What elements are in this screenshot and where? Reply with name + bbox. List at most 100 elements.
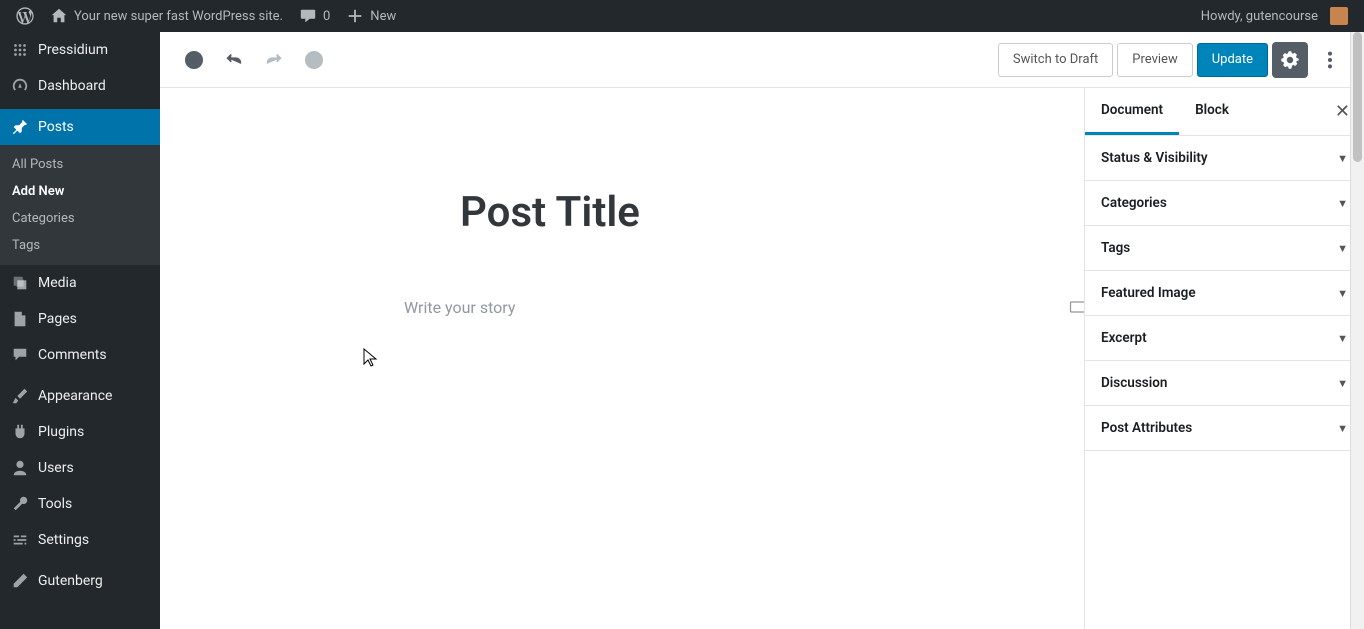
post-title-text: Post Title: [460, 188, 1084, 237]
admin-sidebar: Pressidium Dashboard Posts All Posts Add…: [0, 32, 160, 629]
avatar: [1330, 7, 1348, 25]
kebab-icon: [1319, 49, 1341, 71]
chevron-down-icon: ▼: [1337, 242, 1348, 255]
sidebar-item-posts[interactable]: Posts: [0, 109, 160, 145]
inline-block-icons: [1068, 297, 1084, 317]
sidebar-item-label: Settings: [38, 532, 89, 548]
editor-header: Switch to Draft Preview Update: [160, 32, 1364, 88]
story-placeholder[interactable]: Write your story: [404, 298, 515, 317]
editor-canvas[interactable]: Post Title Write your story: [160, 88, 1084, 629]
sidebar-item-dashboard[interactable]: Dashboard: [0, 68, 160, 104]
sidebar-item-label: Media: [38, 275, 77, 291]
plus-icon: [346, 7, 364, 25]
info-button[interactable]: [296, 42, 332, 78]
pin-icon: [10, 117, 30, 137]
image-block-icon[interactable]: [1068, 297, 1084, 317]
scrollbar[interactable]: [1350, 32, 1364, 629]
sidebar-item-label: Tools: [38, 496, 72, 512]
submenu-tags[interactable]: Tags: [0, 232, 160, 259]
sidebar-item-appearance[interactable]: Appearance: [0, 378, 160, 414]
home-icon: [50, 7, 68, 25]
sidebar-item-settings[interactable]: Settings: [0, 522, 160, 558]
pencil-icon: [10, 571, 30, 591]
sidebar-item-label: Gutenberg: [38, 573, 103, 589]
sidebar-item-users[interactable]: Users: [0, 450, 160, 486]
sidebar-item-label: Dashboard: [38, 78, 106, 94]
media-icon: [10, 273, 30, 293]
sidebar-item-label: Comments: [38, 347, 107, 363]
undo-icon: [223, 49, 245, 71]
howdy-text: Howdy, gutencourse: [1201, 9, 1318, 24]
settings-tabs: Document Block ✕: [1085, 88, 1364, 136]
panel-excerpt[interactable]: Excerpt▼: [1085, 316, 1364, 361]
sidebar-item-pages[interactable]: Pages: [0, 301, 160, 337]
user-icon: [10, 458, 30, 478]
panel-status[interactable]: Status & Visibility▼: [1085, 136, 1364, 181]
sidebar-item-comments[interactable]: Comments: [0, 337, 160, 373]
brush-icon: [10, 386, 30, 406]
wrench-icon: [10, 494, 30, 514]
plus-circle-icon: [183, 49, 205, 71]
redo-icon: [263, 49, 285, 71]
info-icon: [303, 49, 325, 71]
plug-icon: [10, 422, 30, 442]
site-name-link[interactable]: Your new super fast WordPress site.: [42, 0, 291, 32]
submenu-all-posts[interactable]: All Posts: [0, 151, 160, 178]
sidebar-item-label: Pages: [38, 311, 77, 327]
comments-link[interactable]: 0: [291, 0, 338, 32]
panel-categories[interactable]: Categories▼: [1085, 181, 1364, 226]
add-block-button[interactable]: [176, 42, 212, 78]
sidebar-item-media[interactable]: Media: [0, 265, 160, 301]
panel-post-attributes[interactable]: Post Attributes▼: [1085, 406, 1364, 451]
submenu-add-new[interactable]: Add New: [0, 178, 160, 205]
posts-submenu: All Posts Add New Categories Tags: [0, 145, 160, 265]
sidebar-item-label: Posts: [38, 119, 74, 135]
chevron-down-icon: ▼: [1337, 422, 1348, 435]
tab-block[interactable]: Block: [1179, 88, 1245, 135]
sidebar-item-label: Users: [38, 460, 74, 476]
preview-button[interactable]: Preview: [1117, 43, 1192, 77]
sidebar-item-tools[interactable]: Tools: [0, 486, 160, 522]
mouse-cursor-icon: [363, 348, 379, 372]
comments-count: 0: [323, 9, 330, 24]
howdy-link[interactable]: Howdy, gutencourse: [1193, 0, 1356, 32]
redo-button[interactable]: [256, 42, 292, 78]
comments-icon: [10, 345, 30, 365]
chevron-down-icon: ▼: [1337, 287, 1348, 300]
editor: Switch to Draft Preview Update Post Titl…: [160, 32, 1364, 629]
settings-toggle-button[interactable]: [1272, 42, 1308, 78]
new-link[interactable]: New: [338, 0, 404, 32]
site-name: Your new super fast WordPress site.: [74, 9, 283, 24]
tab-document[interactable]: Document: [1085, 88, 1179, 135]
sidebar-item-gutenberg[interactable]: Gutenberg: [0, 563, 160, 599]
comment-icon: [299, 7, 317, 25]
wp-logo[interactable]: [8, 0, 42, 32]
sidebar-item-label: Plugins: [38, 424, 84, 440]
update-button[interactable]: Update: [1197, 43, 1268, 77]
post-title-input[interactable]: Post Title: [460, 188, 1084, 237]
chevron-down-icon: ▼: [1337, 332, 1348, 345]
panel-discussion[interactable]: Discussion▼: [1085, 361, 1364, 406]
wordpress-icon: [16, 7, 34, 25]
settings-panel: Document Block ✕ Status & Visibility▼ Ca…: [1084, 88, 1364, 629]
panel-tags[interactable]: Tags▼: [1085, 226, 1364, 271]
new-label: New: [370, 9, 396, 24]
sidebar-item-plugins[interactable]: Plugins: [0, 414, 160, 450]
gear-icon: [1279, 49, 1301, 71]
chevron-down-icon: ▼: [1337, 377, 1348, 390]
sliders-icon: [10, 530, 30, 550]
switch-to-draft-button[interactable]: Switch to Draft: [998, 43, 1113, 77]
undo-button[interactable]: [216, 42, 252, 78]
scrollbar-thumb[interactable]: [1353, 32, 1362, 162]
more-menu-button[interactable]: [1312, 42, 1348, 78]
chevron-down-icon: ▼: [1337, 152, 1348, 165]
page-icon: [10, 309, 30, 329]
sidebar-item-label: Pressidium: [38, 42, 108, 58]
panel-featured-image[interactable]: Featured Image▼: [1085, 271, 1364, 316]
chevron-down-icon: ▼: [1337, 197, 1348, 210]
pressidium-icon: [10, 40, 30, 60]
admin-bar: Your new super fast WordPress site. 0 Ne…: [0, 0, 1364, 32]
submenu-categories[interactable]: Categories: [0, 205, 160, 232]
sidebar-item-label: Appearance: [38, 388, 112, 404]
sidebar-item-pressidium[interactable]: Pressidium: [0, 32, 160, 68]
